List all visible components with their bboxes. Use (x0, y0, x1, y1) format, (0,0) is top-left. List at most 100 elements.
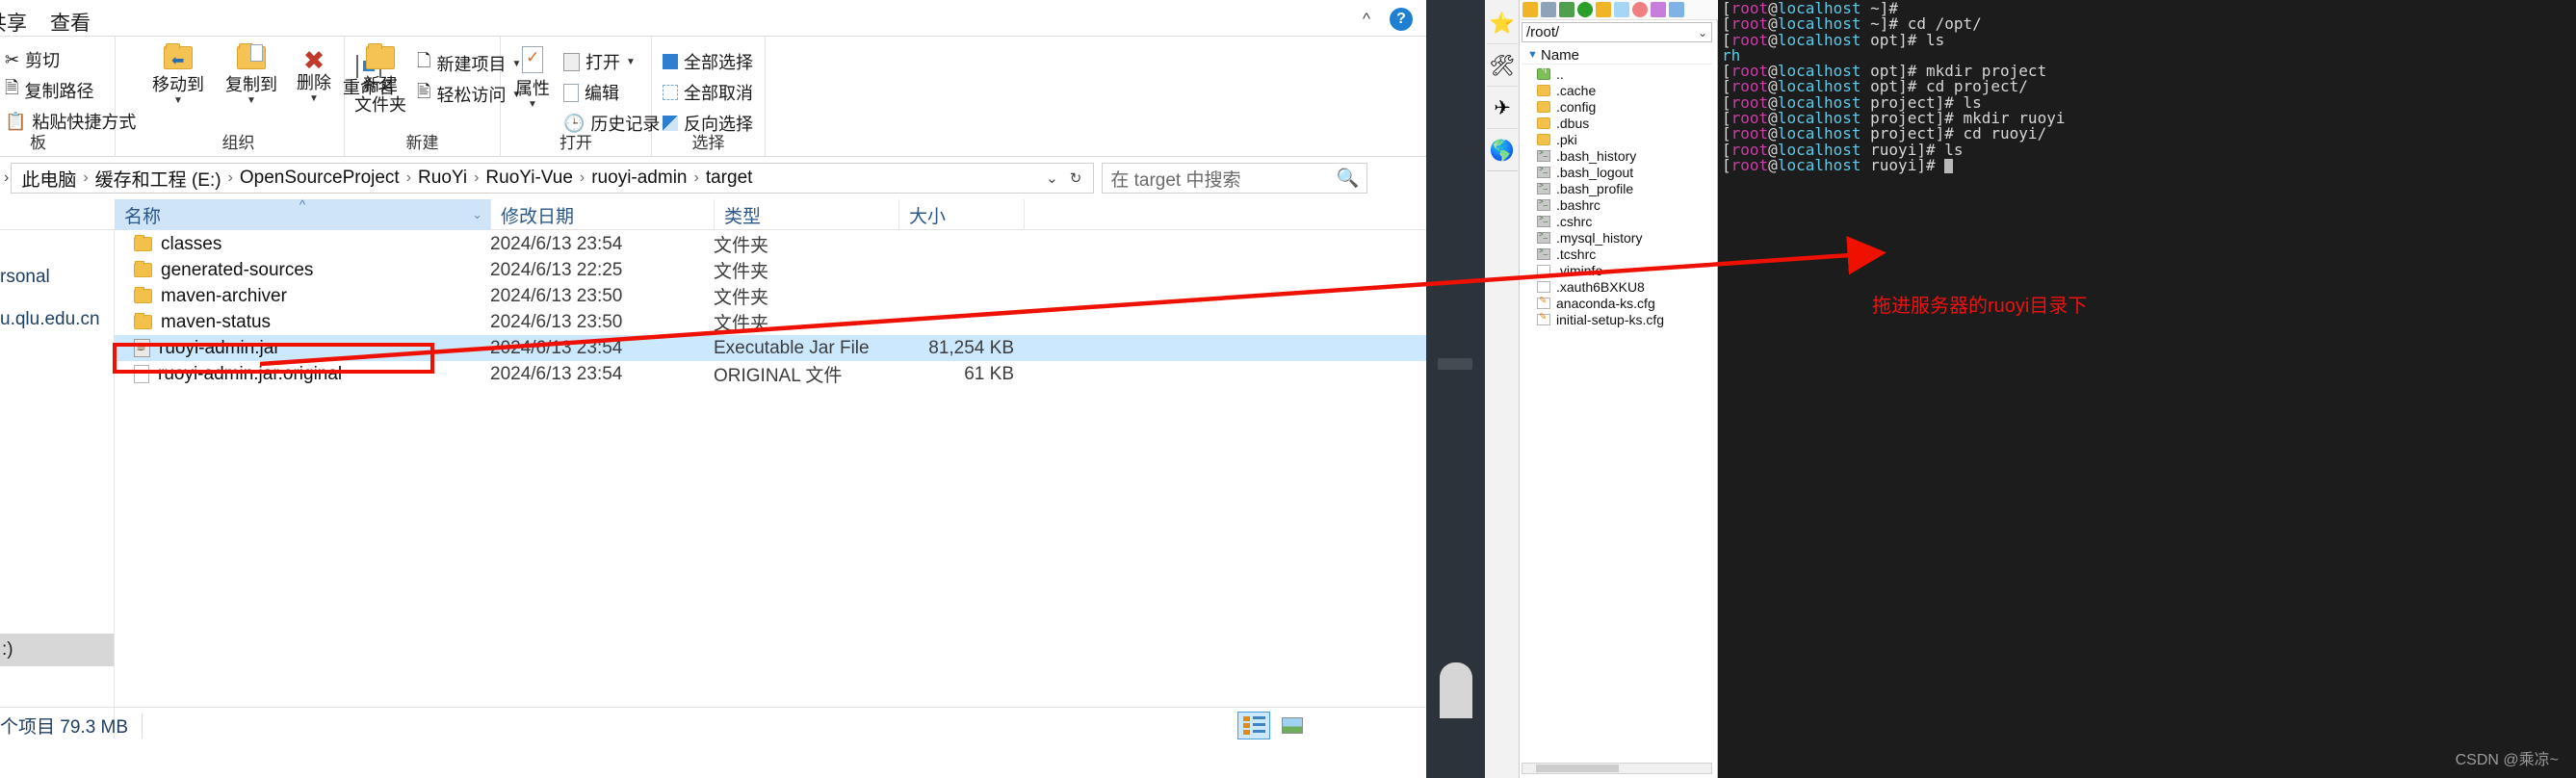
chevron-down-icon[interactable]: ▼ (309, 93, 319, 104)
table-row[interactable]: maven-archiver 2024/6/13 23:50 文件夹 (115, 283, 1426, 309)
terminal-cwd: opt (1870, 30, 1899, 49)
file-list[interactable]: classes 2024/6/13 23:54 文件夹 generated-so… (115, 231, 1426, 387)
delete-label: 删除 (297, 73, 331, 92)
chevron-down-icon[interactable]: ▼ (247, 95, 256, 106)
file-name-cell[interactable]: maven-archiver (115, 286, 490, 307)
column-header-date[interactable]: 修改日期 (491, 199, 715, 230)
table-row[interactable]: maven-status 2024/6/13 23:50 文件夹 (115, 309, 1426, 335)
annotation-text: 拖进服务器的ruoyi目录下 (1872, 296, 2088, 317)
column-header-size[interactable]: 大小 (899, 199, 1025, 230)
select-none-button[interactable]: 全部取消 (660, 77, 756, 108)
breadcrumb-item-6[interactable]: target (702, 168, 757, 189)
cut-button[interactable]: ✂ 剪切 (2, 44, 139, 75)
breadcrumb-item-0[interactable]: 此电脑 (17, 166, 80, 192)
list-item[interactable]: .pki (1522, 131, 1712, 147)
copy-to-button[interactable]: 复制到 ▼ (216, 43, 287, 106)
send-icon[interactable]: ✈ (1487, 89, 1518, 129)
details-view-icon[interactable] (1237, 712, 1270, 739)
folder-icon (134, 261, 152, 277)
list-item[interactable]: .bash_history (1522, 147, 1712, 164)
breadcrumb-item-3[interactable]: RuoYi (414, 168, 471, 189)
properties-button[interactable]: ✓ 属性 ▼ (508, 46, 557, 110)
file-size-cell: 61 KB (964, 363, 1014, 384)
table-row[interactable]: ruoyi-admin.jar 2024/6/13 23:54 Executab… (115, 335, 1426, 361)
list-item-label: .config (1556, 98, 1597, 115)
globe-icon[interactable]: 🌎 (1487, 131, 1518, 171)
table-row[interactable]: generated-sources 2024/6/13 22:25 文件夹 (115, 257, 1426, 283)
file-name-cell[interactable]: ruoyi-admin.jar.original (115, 364, 490, 385)
file-name-cell[interactable]: classes (115, 234, 490, 255)
scrollbar-thumb[interactable] (1536, 765, 1619, 772)
tools-icon[interactable]: 🛠 (1487, 46, 1518, 87)
delete-button[interactable]: ✖ 删除 ▼ (289, 48, 339, 104)
file-name-cell[interactable]: maven-status (115, 312, 490, 333)
chevron-down-icon[interactable]: ▼ (528, 99, 537, 110)
select-all-button[interactable]: 全部选择 (660, 46, 756, 77)
list-item[interactable]: .bash_logout (1522, 164, 1712, 180)
chevron-down-icon[interactable]: ⌄ (1040, 169, 1064, 187)
table-row[interactable]: classes 2024/6/13 23:54 文件夹 (115, 231, 1426, 257)
edit-button[interactable]: 编辑 (560, 77, 663, 108)
breadcrumb-item-1[interactable]: 缓存和工程 (E:) (91, 166, 225, 192)
sidebar-item-personal[interactable]: rsonal (0, 267, 50, 288)
address-bar: › 此电脑 › 缓存和工程 (E:) › OpenSourceProject ›… (0, 157, 1426, 199)
list-item[interactable]: .viminfo (1522, 262, 1712, 278)
list-item[interactable]: .bash_profile (1522, 180, 1712, 196)
list-item[interactable]: .tcshrc (1522, 246, 1712, 262)
move-to-button[interactable]: ⬅ 移动到 ▼ (143, 43, 214, 106)
rename-icon[interactable] (1651, 2, 1666, 17)
chevron-down-icon[interactable]: ▼ (173, 95, 183, 106)
refresh-icon[interactable]: ↻ (1064, 169, 1088, 187)
list-item[interactable]: .mysql_history (1522, 229, 1712, 246)
chevron-down-icon[interactable]: ⌄ (472, 207, 490, 222)
sftp-path-input[interactable]: /root/ ⌄ (1522, 22, 1712, 42)
chevron-down-icon[interactable]: ⌄ (1698, 26, 1707, 39)
file-name-cell[interactable]: generated-sources (115, 260, 490, 281)
chevron-down-icon[interactable]: ▼ (626, 57, 636, 67)
sftp-horizontal-scrollbar[interactable] (1522, 763, 1712, 774)
new-file-icon[interactable] (1614, 2, 1629, 17)
table-row[interactable]: ruoyi-admin.jar.original 2024/6/13 23:54… (115, 361, 1426, 387)
new-folder-icon[interactable] (1596, 2, 1611, 17)
help-icon[interactable]: ? (1388, 8, 1415, 31)
search-input[interactable]: 在 target 中搜索 🔍 (1102, 163, 1368, 194)
list-item[interactable]: .dbus (1522, 115, 1712, 131)
new-folder-button[interactable]: 新建 文件夹 (352, 43, 408, 115)
thumbnail-view-icon[interactable] (1276, 712, 1309, 739)
sort-descending-icon[interactable]: ▼ (1527, 49, 1538, 61)
download-icon[interactable] (1541, 2, 1556, 17)
breadcrumb-item-4[interactable]: RuoYi-Vue (481, 168, 576, 189)
tab-view[interactable]: 查看 (50, 8, 91, 37)
column-header-type[interactable]: 类型 (715, 199, 899, 230)
terminal-panel[interactable]: [root@localhost ~]# [root@localhost ~]# … (1718, 0, 2576, 778)
list-item[interactable]: .xauth6BXKU8 (1522, 278, 1712, 295)
open-button[interactable]: 打开 ▼ (560, 46, 663, 77)
delete-icon[interactable] (1632, 2, 1648, 17)
up-folder-icon[interactable] (1522, 2, 1538, 17)
breadcrumb[interactable]: 此电脑 › 缓存和工程 (E:) › OpenSourceProject › R… (11, 163, 1095, 194)
list-item[interactable]: .cshrc (1522, 213, 1712, 229)
list-item[interactable]: anaconda-ks.cfg (1522, 295, 1712, 311)
copy-path-button[interactable]: 🗎 复制路径 (2, 75, 139, 106)
list-item[interactable]: .config (1522, 98, 1712, 115)
star-icon[interactable]: ⭐ (1487, 4, 1518, 44)
breadcrumb-item-2[interactable]: OpenSourceProject (236, 168, 403, 189)
refresh-icon[interactable] (1577, 2, 1593, 17)
list-item[interactable]: .. (1522, 65, 1712, 82)
tab-share[interactable]: 共享 (0, 8, 27, 37)
breadcrumb-item-5[interactable]: ruoyi-admin (587, 168, 690, 189)
shell-file-icon (1537, 246, 1550, 260)
file-name-cell[interactable]: ruoyi-admin.jar (115, 338, 490, 359)
chevron-up-icon[interactable]: ^ (1353, 8, 1380, 31)
column-header-name[interactable]: ^ 名称 ⌄ (115, 197, 491, 230)
list-item[interactable]: .bashrc (1522, 196, 1712, 213)
sidebar-item-qlu[interactable]: u.qlu.edu.cn (0, 309, 100, 330)
sidebar-item-drive[interactable]: :) (0, 634, 114, 666)
search-icon[interactable]: 🔍 (1337, 167, 1360, 190)
sftp-file-list[interactable]: .. .cache .config .dbus .pki .bash_histo… (1522, 65, 1712, 327)
list-item[interactable]: initial-setup-ks.cfg (1522, 311, 1712, 327)
upload-icon[interactable] (1559, 2, 1574, 17)
sftp-column-header-name[interactable]: ▼ Name (1522, 46, 1712, 65)
list-item[interactable]: .cache (1522, 82, 1712, 98)
properties-icon[interactable] (1669, 2, 1684, 17)
